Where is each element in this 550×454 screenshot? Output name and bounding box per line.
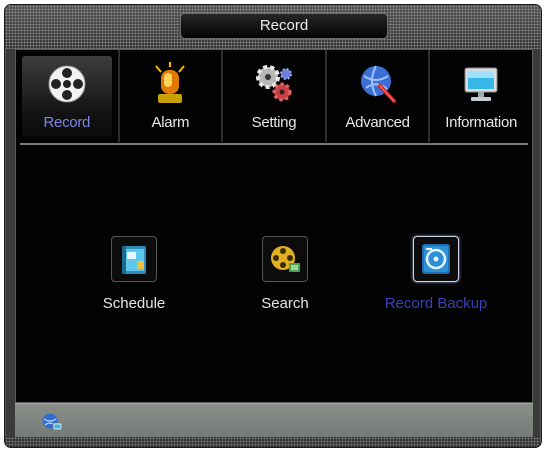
film-reel-icon (48, 65, 86, 103)
record-backup-button[interactable]: Record Backup (371, 236, 501, 312)
tab-advanced-label: Advanced (345, 114, 410, 131)
bottom-border (5, 437, 541, 447)
search-label: Search (261, 295, 309, 312)
tab-advanced[interactable]: Advanced (327, 50, 431, 142)
schedule-icon-frame (111, 236, 157, 282)
tab-alarm-label: Alarm (151, 114, 190, 131)
search-button[interactable]: Search (220, 236, 350, 312)
film-search-icon (271, 246, 300, 272)
tab-record[interactable]: Record (16, 50, 120, 142)
schedule-button[interactable]: Schedule (69, 236, 199, 312)
schedule-label: Schedule (102, 295, 166, 312)
tab-setting[interactable]: Setting (223, 50, 327, 142)
gears-icon (255, 65, 292, 102)
record-backup-label: Record Backup (384, 295, 488, 312)
title-bar[interactable]: Record (5, 5, 541, 49)
tab-information[interactable]: Information (430, 50, 532, 142)
alarm-siren-icon (155, 62, 186, 103)
tab-information-label: Information (445, 114, 518, 131)
main-panel: Record Alarm Setting Advanced Informatio… (15, 49, 533, 403)
backup-disk-icon (422, 244, 450, 274)
tab-record-label: Record (43, 114, 91, 131)
tab-bar: Record Alarm Setting Advanced Informatio… (16, 50, 532, 142)
status-bar (15, 403, 533, 438)
tab-setting-label: Setting (251, 114, 297, 131)
network-status-icon[interactable] (41, 412, 63, 432)
window-title: Record (180, 13, 388, 39)
tab-alarm[interactable]: Alarm (120, 50, 224, 142)
search-icon-frame (262, 236, 308, 282)
schedule-book-icon (122, 246, 146, 274)
record-backup-icon-frame (413, 236, 459, 282)
tab-divider (20, 143, 528, 145)
record-window: Record Record Alarm Setting Advanced Inf… (4, 4, 542, 448)
globe-wrench-icon (360, 65, 396, 103)
monitor-icon (464, 67, 498, 101)
